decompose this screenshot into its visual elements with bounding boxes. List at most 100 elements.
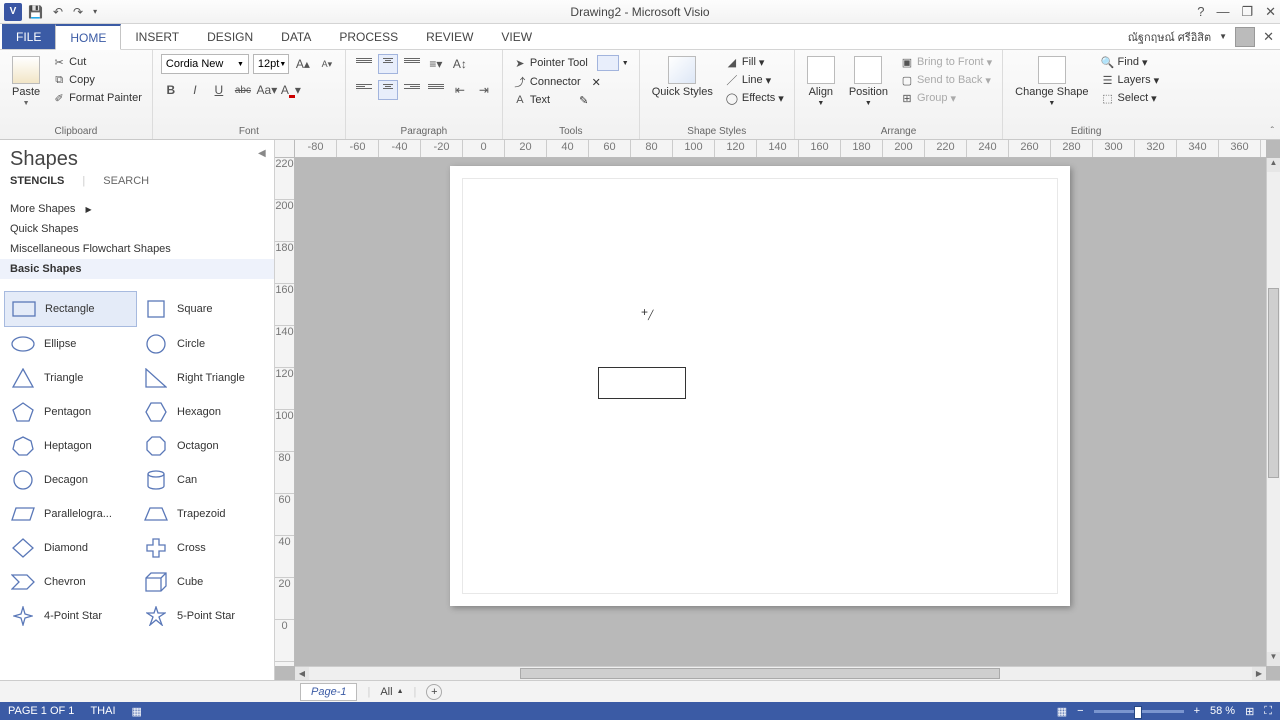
- scroll-thumb-v[interactable]: [1268, 288, 1279, 478]
- font-name-dropdown[interactable]: Cordia New▼: [161, 54, 249, 74]
- shape-chevron[interactable]: Chevron: [4, 565, 137, 599]
- copy-button[interactable]: ⧉Copy: [50, 72, 144, 88]
- tab-file[interactable]: FILE: [2, 24, 55, 49]
- layers-button[interactable]: ☰Layers ▾: [1099, 72, 1162, 88]
- align-justify-button[interactable]: [426, 80, 446, 100]
- shape-heptagon[interactable]: Heptagon: [4, 429, 137, 463]
- delete-icon[interactable]: ✕: [592, 76, 601, 89]
- view-normal-icon[interactable]: ▦: [1057, 705, 1067, 718]
- tab-data[interactable]: DATA: [267, 24, 325, 49]
- tab-design[interactable]: DESIGN: [193, 24, 267, 49]
- quick-shapes[interactable]: Quick Shapes: [10, 219, 264, 239]
- cut-button[interactable]: ✂Cut: [50, 54, 144, 70]
- effects-button[interactable]: ◯Effects ▾: [723, 90, 786, 106]
- shape-decagon[interactable]: Decagon: [4, 463, 137, 497]
- bold-button[interactable]: B: [161, 80, 181, 100]
- user-dropdown-icon[interactable]: ▼: [1219, 32, 1227, 41]
- bring-front-button[interactable]: ▣Bring to Front ▾: [898, 54, 994, 70]
- align-top-button[interactable]: [354, 54, 374, 74]
- shape-right-triangle[interactable]: Right Triangle: [137, 361, 270, 395]
- text-tool-button[interactable]: AText✎: [511, 92, 590, 108]
- connector-button[interactable]: ⤴Connector✕: [511, 74, 603, 90]
- undo-icon[interactable]: ↶: [53, 5, 63, 19]
- align-button[interactable]: Align▼: [803, 54, 839, 109]
- misc-flowchart-shapes[interactable]: Miscellaneous Flowchart Shapes: [10, 239, 264, 259]
- tab-view[interactable]: VIEW: [487, 24, 546, 49]
- scroll-thumb-h[interactable]: [520, 668, 1000, 679]
- underline-button[interactable]: U: [209, 80, 229, 100]
- shape-5-point-star[interactable]: 5-Point Star: [137, 599, 270, 633]
- zoom-level[interactable]: 58 %: [1210, 705, 1235, 717]
- shape-ellipse[interactable]: Ellipse: [4, 327, 137, 361]
- font-size-dropdown[interactable]: 12pt▼: [253, 54, 289, 74]
- tab-review[interactable]: REVIEW: [412, 24, 487, 49]
- minimize-icon[interactable]: —: [1216, 4, 1229, 19]
- shape-octagon[interactable]: Octagon: [137, 429, 270, 463]
- scroll-up-icon[interactable]: ▲: [1267, 158, 1280, 172]
- increase-font-icon[interactable]: A▴: [293, 54, 313, 74]
- shape-trapezoid[interactable]: Trapezoid: [137, 497, 270, 531]
- shape-pentagon[interactable]: Pentagon: [4, 395, 137, 429]
- italic-button[interactable]: I: [185, 80, 205, 100]
- line-button[interactable]: ／Line ▾: [723, 72, 786, 88]
- quick-styles-button[interactable]: Quick Styles: [648, 54, 717, 100]
- group-button[interactable]: ⊞Group ▾: [898, 90, 994, 106]
- align-middle-button[interactable]: [378, 54, 398, 74]
- increase-indent-button[interactable]: ⇥: [474, 80, 494, 100]
- collapse-ribbon-icon[interactable]: ˆ: [1271, 126, 1274, 137]
- page-tab-1[interactable]: Page-1: [300, 683, 357, 701]
- paste-button[interactable]: Paste ▼: [8, 54, 44, 109]
- more-shapes[interactable]: More Shapes▶: [10, 199, 264, 219]
- strikethrough-button[interactable]: abc: [233, 80, 253, 100]
- user-name[interactable]: ณัฐกฤษณ์ ศรีอิสิต: [1128, 28, 1211, 46]
- zoom-slider[interactable]: [1094, 710, 1184, 713]
- decrease-indent-button[interactable]: ⇤: [450, 80, 470, 100]
- position-button[interactable]: Position▼: [845, 54, 892, 109]
- pointer-tool-button[interactable]: ➤Pointer Tool ▼: [511, 54, 631, 72]
- horizontal-scrollbar[interactable]: ◀ ▶: [295, 666, 1266, 680]
- align-left-button[interactable]: [354, 80, 374, 100]
- fullscreen-icon[interactable]: ⛶: [1264, 705, 1272, 718]
- scroll-left-icon[interactable]: ◀: [295, 667, 309, 680]
- fit-page-icon[interactable]: ⊞: [1245, 705, 1254, 718]
- shape-cube[interactable]: Cube: [137, 565, 270, 599]
- stencils-tab[interactable]: STENCILS: [10, 175, 64, 187]
- zoom-in-icon[interactable]: +: [1194, 705, 1200, 717]
- search-tab[interactable]: SEARCH: [103, 175, 149, 187]
- shape-cross[interactable]: Cross: [137, 531, 270, 565]
- send-back-button[interactable]: ▢Send to Back ▾: [898, 72, 994, 88]
- align-center-button[interactable]: [378, 80, 398, 100]
- shape-parallelogram[interactable]: Parallelogra...: [4, 497, 137, 531]
- drawing-page[interactable]: +╱: [450, 166, 1070, 606]
- shape-triangle[interactable]: Triangle: [4, 361, 137, 395]
- shape-diamond[interactable]: Diamond: [4, 531, 137, 565]
- vertical-scrollbar[interactable]: ▲ ▼: [1266, 158, 1280, 666]
- shape-rectangle[interactable]: Rectangle: [4, 291, 137, 327]
- shape-can[interactable]: Can: [137, 463, 270, 497]
- font-color-button[interactable]: A▾: [281, 80, 301, 100]
- language[interactable]: THAI: [90, 705, 115, 717]
- find-button[interactable]: 🔍Find ▾: [1099, 54, 1162, 70]
- format-painter-button[interactable]: ✐Format Painter: [50, 90, 144, 106]
- tab-process[interactable]: PROCESS: [325, 24, 412, 49]
- collapse-shapes-icon[interactable]: ◀: [258, 148, 266, 159]
- bullets-button[interactable]: ≡▾: [426, 54, 446, 74]
- text-direction-button[interactable]: A↕: [450, 54, 470, 74]
- basic-shapes[interactable]: Basic Shapes: [0, 259, 274, 279]
- add-page-button[interactable]: +: [426, 684, 442, 700]
- all-pages-button[interactable]: All▲: [380, 686, 403, 698]
- change-shape-button[interactable]: Change Shape▼: [1011, 54, 1092, 109]
- change-case-button[interactable]: Aa▾: [257, 80, 277, 100]
- help-icon[interactable]: ?: [1197, 4, 1204, 19]
- tab-home[interactable]: HOME: [55, 24, 121, 50]
- decrease-font-icon[interactable]: A▾: [317, 54, 337, 74]
- doc-close-icon[interactable]: ✕: [1263, 29, 1274, 45]
- zoom-out-icon[interactable]: −: [1077, 705, 1083, 717]
- shape-circle[interactable]: Circle: [137, 327, 270, 361]
- qat-more-icon[interactable]: ▾: [93, 7, 97, 16]
- scroll-down-icon[interactable]: ▼: [1267, 652, 1280, 666]
- shape-4-point-star[interactable]: 4-Point Star: [4, 599, 137, 633]
- redo-icon[interactable]: ↷: [73, 5, 83, 19]
- save-icon[interactable]: 💾: [28, 5, 43, 19]
- select-button[interactable]: ⬚Select ▾: [1099, 90, 1162, 106]
